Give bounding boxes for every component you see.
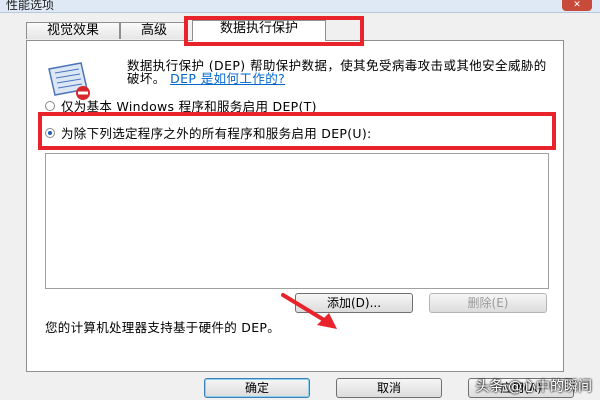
- hardware-support-text: 您的计算机处理器支持基于硬件的 DEP。: [45, 320, 281, 335]
- close-button[interactable]: ✕: [562, 0, 592, 11]
- remove-button-label: 删除(E): [467, 296, 509, 310]
- tab-visual-effects[interactable]: 视觉效果: [26, 22, 120, 39]
- tab-label: 视觉效果: [46, 23, 99, 38]
- title-bar: 性能选项 ✕: [0, 0, 600, 13]
- tab-advanced[interactable]: 高级: [120, 22, 188, 39]
- tab-dep[interactable]: 数据执行保护: [192, 20, 326, 41]
- how-dep-works-link[interactable]: DEP 是如何工作的?: [170, 71, 285, 86]
- dep-panel: 数据执行保护 (DEP) 帮助保护数据，使其免受病毒攻击或其他安全威胁的破坏。 …: [26, 40, 564, 372]
- watermark: 头条 @心中的瞬间: [475, 379, 592, 395]
- red-arrow-icon: [281, 293, 337, 329]
- tab-label: 数据执行保护: [219, 21, 298, 36]
- window-title: 性能选项: [6, 0, 55, 12]
- option-highlight-box: [38, 112, 556, 150]
- close-icon: ✕: [573, 0, 581, 10]
- cancel-button-label: 取消: [376, 381, 401, 395]
- tab-label: 高级: [140, 23, 167, 38]
- ok-button[interactable]: 确定: [204, 378, 310, 398]
- remove-button[interactable]: 删除(E): [429, 293, 547, 313]
- ok-button-label: 确定: [244, 381, 269, 395]
- radio-basic[interactable]: [45, 100, 55, 111]
- cancel-button[interactable]: 取消: [336, 378, 442, 398]
- dep-description: 数据执行保护 (DEP) 帮助保护数据，使其免受病毒攻击或其他安全威胁的破坏。 …: [127, 59, 557, 85]
- excluded-programs-list[interactable]: [45, 153, 549, 289]
